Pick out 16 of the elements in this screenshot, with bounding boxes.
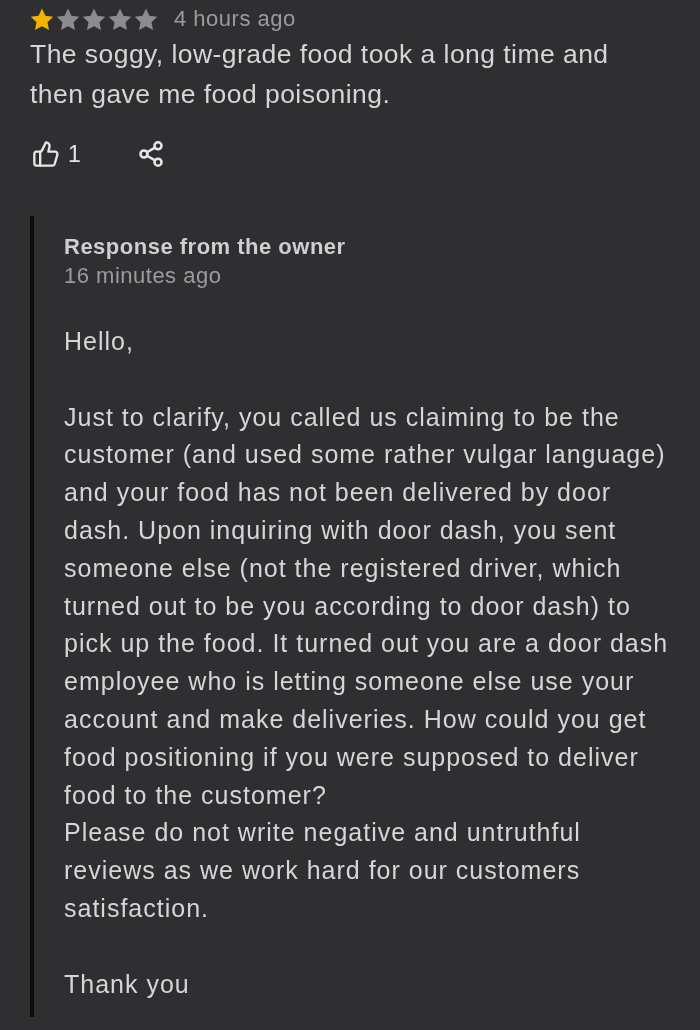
- thumbs-up-icon: [32, 140, 60, 168]
- empty-star-icon: [56, 7, 80, 31]
- review-text: The soggy, low-grade food took a long time and then gave me food poisoning.: [30, 38, 610, 111]
- response-time: 16 minutes ago: [64, 262, 223, 290]
- response-paragraph: Just to clarify, you called us claiming to be the customer (and used some rather vulgar language) and your food has not been delivered by door dash. Upon inquiring with door dash, you sent someone else (not the registered driver, which turned out to be you according to door dash) to pick up the food. It turned out you are a door dash employee who is letting someone else use your account and make deliveries. How could you get food positioning if you were supposed to deliver food to the customer? Please do not write negative and untruthful reviews as we work hard for our customers satisfaction.: [64, 401, 670, 924]
- filled-star-icon: [30, 7, 54, 31]
- response-paragraph: Hello,: [64, 326, 135, 357]
- response-title: Response from the owner: [64, 233, 347, 261]
- empty-star-icon: [82, 7, 106, 31]
- response-paragraph: Thank you: [64, 968, 191, 1000]
- review-time: 4 hours ago: [174, 6, 296, 32]
- share-button[interactable]: [136, 140, 165, 168]
- like-button[interactable]: 1: [32, 140, 81, 168]
- empty-star-icon: [108, 7, 132, 31]
- empty-star-icon: [134, 7, 158, 31]
- share-icon: [136, 140, 165, 168]
